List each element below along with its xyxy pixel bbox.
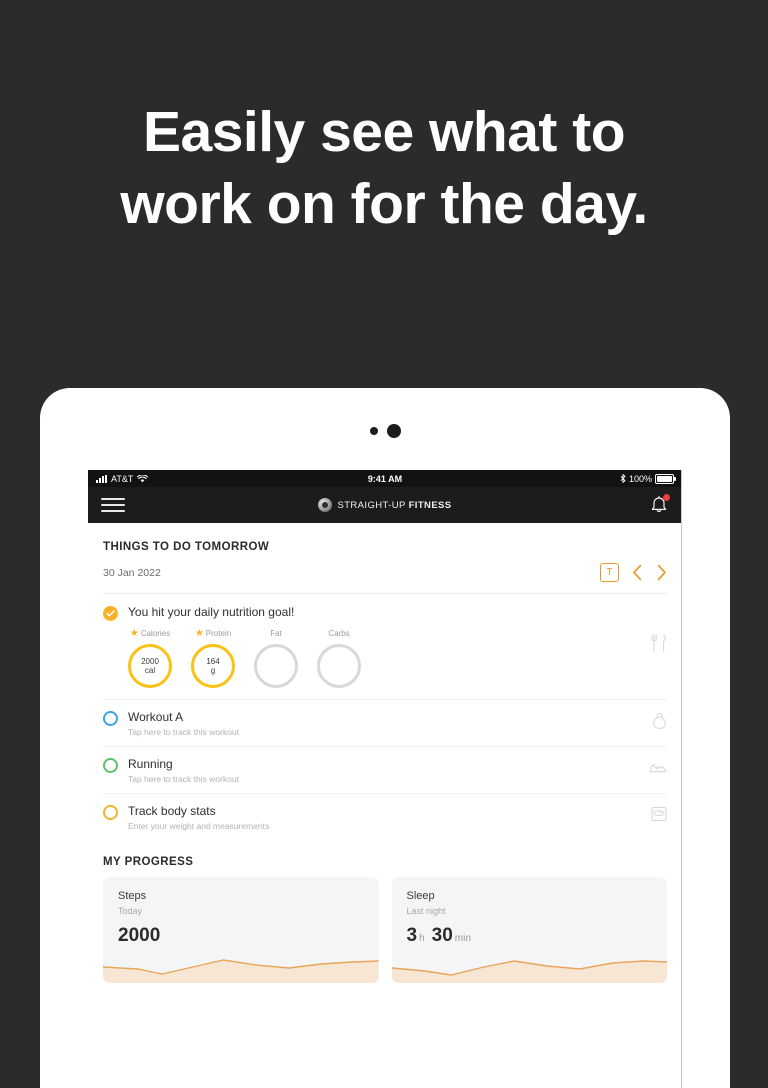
card-value-row: 3 h 30 min xyxy=(392,916,668,947)
task-status-circle[interactable] xyxy=(103,805,118,820)
progress-card-steps[interactable]: Steps Today 2000 xyxy=(103,877,379,983)
card-sublabel: Today xyxy=(118,906,143,916)
ambient-sensor-icon xyxy=(369,427,378,435)
nutrition-goal-title: You hit your daily nutrition goal! xyxy=(128,605,295,619)
headline-line-2: work on for the day. xyxy=(120,172,648,236)
date-navigation-row: 30 Jan 2022 T xyxy=(88,553,682,582)
star-icon: ★ xyxy=(129,627,139,639)
macro-value: 2000 xyxy=(141,657,159,666)
task-row[interactable]: Running Tap here to track this workout xyxy=(88,747,682,793)
hamburger-menu-icon[interactable] xyxy=(101,498,125,512)
task-body: Track body stats Enter your weight and m… xyxy=(128,804,667,831)
sleep-sparkline xyxy=(391,960,667,983)
macro-item[interactable]: ★ Protein 164 g xyxy=(191,628,235,688)
task-body: Running Tap here to track this workout xyxy=(128,757,667,784)
progress-card-sleep[interactable]: Sleep Last night 3 h 30 min xyxy=(391,877,668,983)
screen-right-divider xyxy=(681,470,682,1088)
notification-bell-icon[interactable] xyxy=(649,494,670,516)
macro-label: Protein xyxy=(205,629,232,638)
card-value-row: 2000 xyxy=(103,916,379,947)
app-brand: STRAIGHT-UP FITNESS xyxy=(88,498,682,512)
tablet-device-frame: AT&T 9:41 AM 100% STRAIGHT-UP FITNESS TH… xyxy=(40,388,730,1088)
device-camera-sensors xyxy=(40,424,730,438)
card-label: Sleep xyxy=(406,890,435,902)
task-row[interactable]: Track body stats Enter your weight and m… xyxy=(88,794,682,840)
nutrition-body: You hit your daily nutrition goal! ★ Cal… xyxy=(128,605,667,688)
brand-part-2: FITNESS xyxy=(408,499,452,511)
battery-icon xyxy=(655,473,676,484)
card-value: 2000 xyxy=(118,925,161,946)
page-headline: Easily see what to work on for the day. xyxy=(0,96,768,240)
kettlebell-icon xyxy=(652,712,667,735)
front-camera-icon xyxy=(386,424,401,438)
macro-ring[interactable] xyxy=(317,644,361,688)
date-nav-controls: T xyxy=(600,563,667,582)
card-value-hours: 3 xyxy=(406,925,418,946)
status-bar-right: 100% xyxy=(620,473,676,484)
macro-ring[interactable] xyxy=(254,644,298,688)
app-navbar: STRAIGHT-UP FITNESS xyxy=(88,487,682,523)
status-bar-time: 9:41 AM xyxy=(367,473,403,484)
task-title: Workout A xyxy=(128,710,184,724)
section-title-my-progress: MY PROGRESS xyxy=(103,856,194,868)
section-title-things-to-do: THINGS TO DO TOMORROW xyxy=(103,541,270,553)
star-icon: ★ xyxy=(194,627,204,639)
chevron-right-icon[interactable] xyxy=(656,564,667,581)
macro-unit: g xyxy=(210,666,216,675)
macro-ring-list: ★ Calories 2000 cal ★ Protein 164 g Fat … xyxy=(128,628,667,688)
macro-item[interactable]: Fat xyxy=(254,628,298,688)
macro-header: Carbs xyxy=(317,628,361,639)
cutlery-icon xyxy=(651,634,667,657)
running-shoe-icon xyxy=(649,761,667,779)
macro-item[interactable]: Carbs xyxy=(317,628,361,688)
brand-logo-icon xyxy=(318,498,333,512)
macro-ring[interactable]: 2000 cal xyxy=(128,644,172,688)
card-unit-minutes: min xyxy=(454,933,471,944)
card-label: Steps xyxy=(118,890,147,902)
macro-item[interactable]: ★ Calories 2000 cal xyxy=(128,628,172,688)
macro-ring[interactable]: 164 g xyxy=(191,644,235,688)
task-status-circle[interactable] xyxy=(103,711,118,726)
headline-line-1: Easily see what to xyxy=(142,100,626,164)
current-date-label: 30 Jan 2022 xyxy=(103,566,161,579)
scale-icon xyxy=(651,806,667,827)
ios-status-bar: AT&T 9:41 AM 100% xyxy=(88,470,682,487)
macro-header: Fat xyxy=(254,628,298,639)
task-subtitle: Tap here to track this workout xyxy=(128,727,240,737)
task-title: Track body stats xyxy=(128,804,216,818)
task-status-circle[interactable] xyxy=(103,758,118,773)
macro-header: ★ Protein xyxy=(191,628,235,639)
steps-sparkline xyxy=(103,959,379,983)
notification-badge xyxy=(663,494,670,501)
card-sublabel: Last night xyxy=(406,906,446,916)
macro-label: Calories xyxy=(140,629,171,638)
chevron-left-icon[interactable] xyxy=(632,564,643,581)
progress-card-list: Steps Today 2000 Sleep Last night 3 h 30 mi… xyxy=(88,868,682,983)
brand-title: STRAIGHT-UP FITNESS xyxy=(337,500,451,511)
macro-label: Fat xyxy=(270,629,282,638)
check-circle-icon[interactable] xyxy=(103,606,118,621)
task-title: Running xyxy=(128,757,173,771)
task-row[interactable]: Workout A Tap here to track this workout xyxy=(88,700,682,746)
app-screen: AT&T 9:41 AM 100% STRAIGHT-UP FITNESS TH… xyxy=(88,470,682,1088)
macro-unit: cal xyxy=(144,666,156,675)
macro-label: Carbs xyxy=(328,629,350,638)
battery-percent-label: 100% xyxy=(628,473,652,484)
card-unit-hours: h xyxy=(419,933,425,944)
bluetooth-icon xyxy=(620,474,626,483)
today-button[interactable]: T xyxy=(600,563,619,582)
task-subtitle: Tap here to track this workout xyxy=(128,774,240,784)
brand-part-1: STRAIGHT-UP xyxy=(337,499,409,511)
macro-value: 164 xyxy=(206,657,220,666)
task-subtitle: Enter your weight and measurements xyxy=(128,821,270,831)
card-value-minutes: 30 xyxy=(431,925,453,946)
macro-header: ★ Calories xyxy=(128,628,172,639)
task-body: Workout A Tap here to track this workout xyxy=(128,710,667,737)
nutrition-goal-row[interactable]: You hit your daily nutrition goal! ★ Cal… xyxy=(88,594,682,688)
